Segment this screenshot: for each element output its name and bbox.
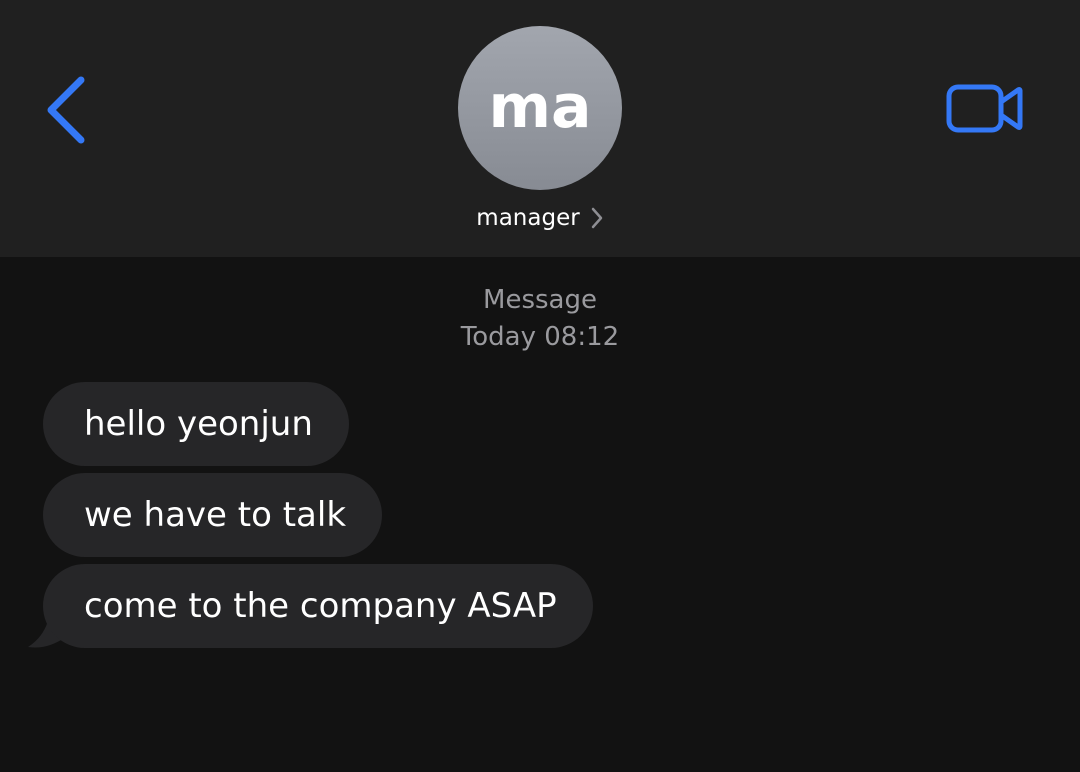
- conversation-header: ma manager: [0, 0, 1080, 257]
- message-bubble[interactable]: hello yeonjun: [43, 382, 349, 466]
- message-bubble[interactable]: we have to talk: [43, 473, 383, 557]
- chevron-right-icon: [591, 207, 602, 229]
- service-label: Message: [483, 285, 597, 315]
- message-bubble[interactable]: come to the company ASAP: [43, 564, 593, 648]
- contact-info-link[interactable]: manager: [0, 200, 1080, 236]
- video-call-button[interactable]: [938, 76, 1034, 142]
- avatar-initials: ma: [488, 72, 592, 142]
- video-camera-icon: [946, 84, 1023, 133]
- message-text: come to the company ASAP: [84, 586, 557, 626]
- chevron-left-icon: [47, 76, 85, 144]
- back-button[interactable]: [36, 68, 96, 152]
- contact-avatar[interactable]: ma: [458, 26, 622, 190]
- timestamp-text: Today 08:12: [460, 322, 620, 352]
- message-text: we have to talk: [84, 495, 347, 535]
- message-timestamp: Message Today 08:12: [0, 282, 1080, 356]
- contact-name: manager: [476, 205, 580, 231]
- message-text: hello yeonjun: [84, 404, 313, 444]
